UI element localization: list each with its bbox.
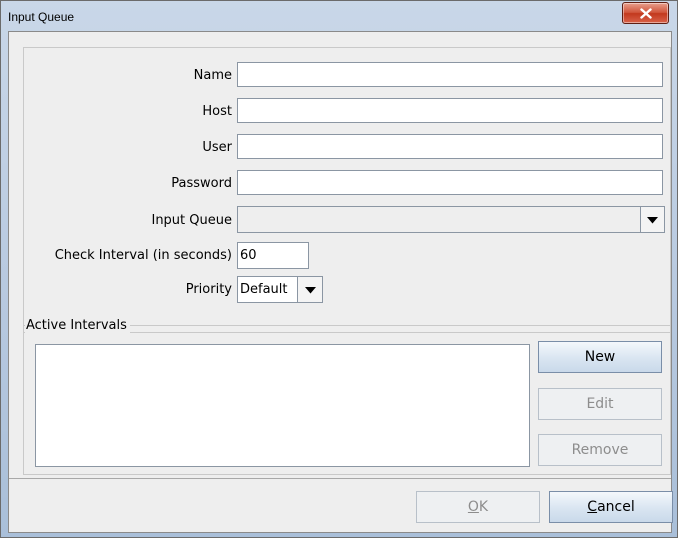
- close-x-icon: [639, 7, 652, 19]
- input-queue-label: Input Queue: [151, 213, 232, 228]
- dropdown-arrow-button[interactable]: [640, 207, 664, 232]
- check-interval-field[interactable]: 60: [237, 242, 309, 269]
- ok-mnemonic: O: [467, 499, 479, 515]
- window-title: Input Queue: [8, 10, 75, 24]
- footer-separator: [9, 478, 671, 479]
- priority-value: Default: [240, 282, 288, 297]
- ok-button[interactable]: OK: [416, 491, 540, 523]
- chevron-down-icon: [304, 281, 316, 299]
- input-queue-dropdown[interactable]: [237, 206, 665, 233]
- host-field[interactable]: [237, 98, 663, 123]
- title-bar[interactable]: Input Queue: [1, 1, 677, 31]
- name-label: Name: [193, 68, 232, 83]
- host-label: Host: [202, 104, 232, 119]
- cancel-button[interactable]: Cancel: [549, 491, 673, 523]
- remove-button[interactable]: Remove: [538, 434, 662, 466]
- priority-dropdown-arrow[interactable]: [297, 277, 322, 302]
- cancel-mnemonic: C: [587, 499, 598, 515]
- password-field[interactable]: [237, 170, 663, 195]
- ok-label-rest: K: [478, 499, 489, 515]
- edit-button[interactable]: Edit: [538, 388, 662, 420]
- name-field[interactable]: [237, 62, 663, 87]
- active-intervals-title: Active Intervals: [25, 318, 130, 333]
- priority-dropdown[interactable]: Default: [237, 276, 323, 303]
- active-intervals-list[interactable]: [35, 344, 530, 467]
- dialog-content: Name Host User Password Input Queue Chec…: [8, 31, 673, 533]
- priority-label: Priority: [185, 282, 232, 297]
- cancel-label-rest: ancel: [597, 499, 635, 515]
- check-interval-label: Check Interval (in seconds): [54, 248, 232, 263]
- user-field[interactable]: [237, 134, 663, 159]
- password-label: Password: [171, 176, 232, 191]
- new-button[interactable]: New: [538, 341, 662, 373]
- close-button[interactable]: [622, 2, 669, 24]
- user-label: User: [202, 140, 232, 155]
- input-queue-dialog: Input Queue Name Host User Password Inpu…: [0, 0, 678, 538]
- chevron-down-icon: [647, 211, 658, 229]
